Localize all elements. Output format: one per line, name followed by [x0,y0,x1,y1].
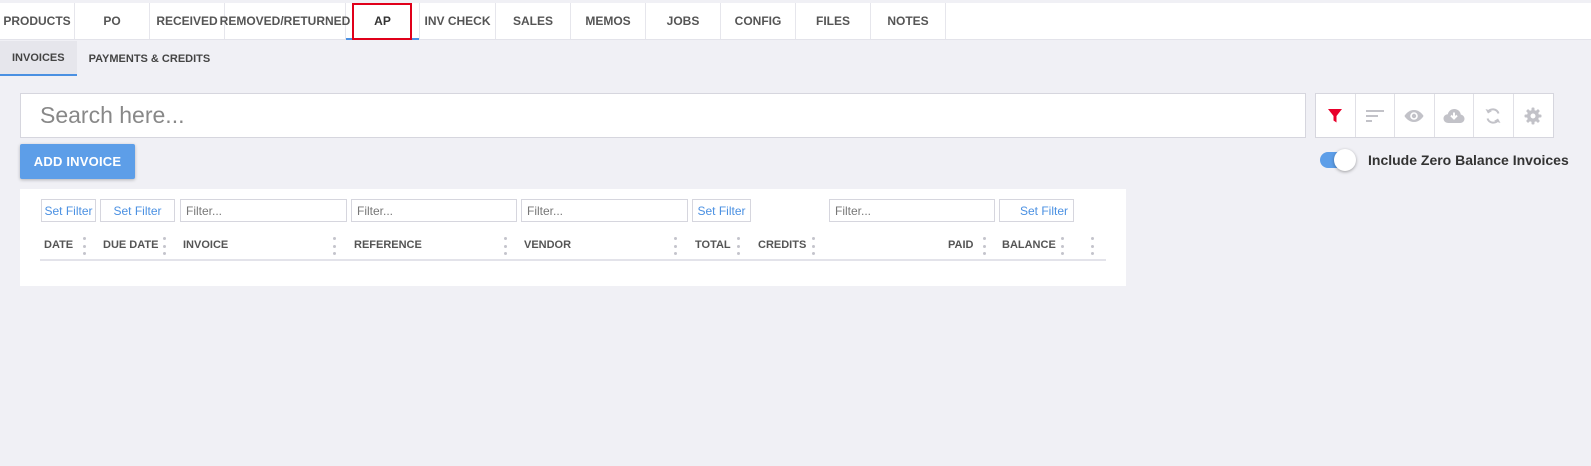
subtab-payments-credits[interactable]: PAYMENTS & CREDITS [77,41,223,76]
tab-po[interactable]: PO [75,3,150,39]
search-box [20,93,1306,138]
eye-icon [1404,109,1424,122]
settings-button[interactable] [1514,94,1554,137]
column-menu-icon[interactable] [161,237,167,255]
date-set-filter[interactable]: Set Filter [41,199,96,222]
column-menu-icon[interactable] [810,237,816,255]
column-menu-icon[interactable] [1059,237,1065,255]
tab-ap[interactable]: AP [346,3,420,40]
column-header-date[interactable]: DATE [44,239,73,251]
gear-icon [1524,107,1542,124]
tab-jobs[interactable]: JOBS [646,3,721,39]
tab-files[interactable]: FILES [796,3,871,39]
due-date-set-filter[interactable]: Set Filter [100,199,175,222]
column-menu-icon[interactable] [81,237,87,255]
refresh-icon [1485,107,1501,124]
column-header-vendor[interactable]: VENDOR [524,239,571,251]
invoices-grid: Set Filter Set Filter Set Filter Set Fil… [20,189,1126,286]
tab-received[interactable]: RECEIVED [150,3,225,39]
column-header-paid[interactable]: PAID [948,239,973,251]
tab-inv-check[interactable]: INV CHECK [420,3,496,39]
main-tab-bar: PRODUCTS PO RECEIVED REMOVED/RETURNED AP… [0,3,1591,40]
column-menu-icon[interactable] [331,237,337,255]
reference-filter [351,199,517,222]
sort-icon [1365,109,1384,122]
sort-button[interactable] [1356,94,1395,137]
download-button[interactable] [1435,94,1474,137]
invoice-filter [180,199,347,222]
column-header-balance[interactable]: BALANCE [1002,239,1056,251]
paid-filter-input[interactable] [830,200,994,221]
tab-removed-returned[interactable]: REMOVED/RETURNED [220,3,350,39]
subtab-invoices[interactable]: INVOICES [0,41,77,76]
column-header-due-date[interactable]: DUE DATE [103,239,158,251]
balance-set-filter[interactable]: Set Filter [999,199,1074,222]
column-header-total[interactable]: TOTAL [695,239,731,251]
add-invoice-button[interactable]: ADD INVOICE [20,144,135,179]
zero-balance-toggle[interactable] [1320,149,1356,171]
zero-balance-toggle-group: Include Zero Balance Invoices [1320,149,1569,171]
invoice-filter-input[interactable] [181,200,346,221]
filter-icon [1328,108,1343,122]
column-header-credits[interactable]: CREDITS [758,239,806,251]
search-input[interactable] [21,94,1305,137]
column-menu-icon[interactable] [735,237,741,255]
filter-button[interactable] [1316,94,1356,137]
paid-filter [829,199,995,222]
toggle-knob [1334,149,1356,171]
sub-tab-bar: INVOICES PAYMENTS & CREDITS [0,41,222,76]
grid-toolbar [1315,93,1554,138]
cloud-download-icon [1443,108,1465,123]
column-menu-icon[interactable] [981,237,987,255]
view-button[interactable] [1395,94,1435,137]
column-header-invoice[interactable]: INVOICE [183,239,228,251]
total-set-filter[interactable]: Set Filter [692,199,751,222]
column-menu-icon[interactable] [1089,237,1095,255]
tab-memos[interactable]: MEMOS [571,3,646,39]
column-header-reference[interactable]: REFERENCE [354,239,422,251]
reference-filter-input[interactable] [352,200,516,221]
tab-sales[interactable]: SALES [496,3,571,39]
column-menu-icon[interactable] [672,237,678,255]
vendor-filter-input[interactable] [522,200,687,221]
tab-notes[interactable]: NOTES [871,3,946,39]
tab-config[interactable]: CONFIG [721,3,796,39]
column-menu-icon[interactable] [502,237,508,255]
refresh-button[interactable] [1474,94,1514,137]
zero-balance-toggle-label: Include Zero Balance Invoices [1368,152,1569,168]
vendor-filter [521,199,688,222]
header-divider [40,259,1106,261]
tab-products[interactable]: PRODUCTS [0,3,75,39]
